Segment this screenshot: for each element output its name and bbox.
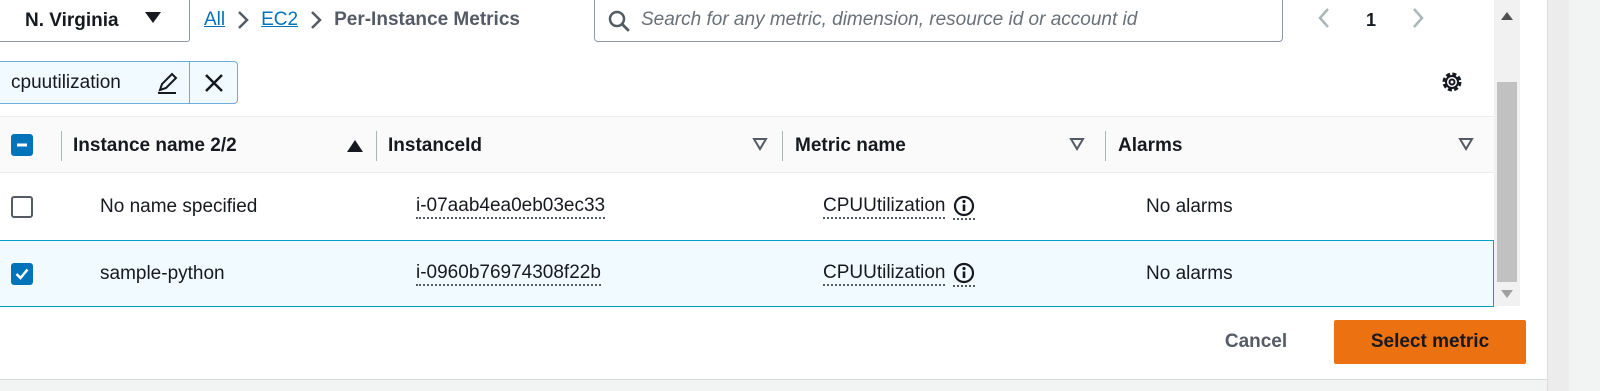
metric-name-link[interactable]: CPUUtilization (823, 195, 946, 219)
table-row[interactable]: sample-python i-0960b76974308f22b CPUUti… (0, 240, 1494, 307)
table-scrollbar[interactable] (1494, 0, 1520, 306)
row-checkbox[interactable] (11, 196, 33, 218)
region-selector[interactable]: N. Virginia (0, 0, 190, 42)
column-divider (782, 131, 783, 161)
region-label: N. Virginia (25, 9, 119, 31)
chevron-right-icon[interactable] (1410, 6, 1426, 35)
info-icon[interactable] (953, 262, 976, 287)
sort-asc-icon[interactable] (347, 139, 363, 152)
instance-id-link[interactable]: i-0960b76974308f22b (416, 262, 601, 286)
select-metric-panel: N. Virginia All EC2 Per-Instance Metrics… (0, 0, 1547, 380)
cancel-button[interactable]: Cancel (1218, 327, 1294, 357)
info-icon[interactable] (953, 195, 976, 220)
edit-icon[interactable] (147, 71, 187, 95)
row-checkbox[interactable] (11, 263, 33, 285)
caret-down-icon (145, 12, 161, 23)
metric-name-link[interactable]: CPUUtilization (823, 262, 946, 286)
breadcrumb-ec2[interactable]: EC2 (261, 9, 298, 31)
alarms-status: No alarms (1146, 263, 1233, 284)
column-metric-name[interactable]: Metric name (795, 117, 1085, 174)
gear-icon[interactable] (1438, 68, 1466, 101)
search-input[interactable] (641, 6, 1261, 34)
instance-name: No name specified (100, 196, 258, 217)
chevron-right-icon (298, 10, 334, 30)
breadcrumb: All EC2 Per-Instance Metrics (204, 7, 520, 33)
breadcrumb-current: Per-Instance Metrics (334, 9, 520, 30)
instance-id-link[interactable]: i-07aab4ea0eb03ec33 (416, 195, 606, 219)
column-instance-name[interactable]: Instance name 2/2 (73, 117, 363, 174)
page-number[interactable]: 1 (1366, 10, 1376, 31)
column-divider (376, 131, 377, 161)
chevron-left-icon[interactable] (1316, 6, 1332, 35)
column-divider (61, 131, 62, 161)
filter-token: cpuutilization (0, 61, 238, 104)
sort-desc-icon[interactable] (1069, 135, 1085, 157)
pagination: 1 (1316, 6, 1426, 34)
search-icon (607, 9, 631, 38)
table-row[interactable]: No name specified i-07aab4ea0eb03ec33 CP… (0, 174, 1494, 241)
sort-desc-icon[interactable] (1458, 135, 1474, 157)
metric-search (594, 0, 1283, 42)
alarms-status: No alarms (1146, 196, 1233, 217)
breadcrumb-all[interactable]: All (204, 9, 225, 31)
scroll-down-arrow[interactable] (1501, 290, 1513, 298)
column-alarms[interactable]: Alarms (1118, 117, 1474, 174)
scroll-thumb[interactable] (1497, 82, 1517, 282)
instance-name: sample-python (100, 263, 225, 284)
sort-desc-icon[interactable] (752, 135, 768, 157)
select-all-checkbox[interactable] (11, 134, 33, 156)
close-icon[interactable] (189, 62, 237, 103)
table-header: Instance name 2/2 InstanceId Metric name… (0, 116, 1494, 173)
column-divider (1105, 131, 1106, 161)
page-scroll-track[interactable] (1547, 0, 1569, 391)
filter-token-label: cpuutilization (11, 71, 121, 93)
page-scrollbar[interactable] (1547, 0, 1600, 391)
chevron-right-icon (225, 10, 261, 30)
scroll-up-arrow[interactable] (1501, 12, 1513, 20)
select-metric-button[interactable]: Select metric (1334, 320, 1526, 364)
column-instance-id[interactable]: InstanceId (388, 117, 768, 174)
